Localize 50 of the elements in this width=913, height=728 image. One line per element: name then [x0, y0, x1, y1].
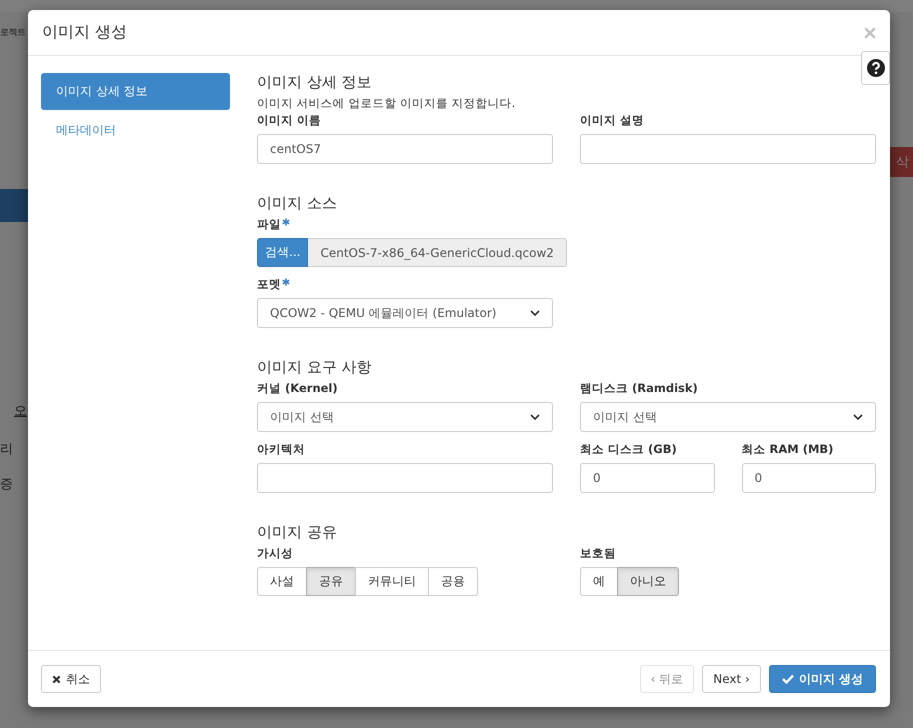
input-field[interactable]: 0: [580, 463, 714, 493]
check-icon: [782, 674, 794, 684]
toggle-option[interactable]: 예: [580, 567, 618, 596]
select-dropdown[interactable]: QCOW2 - QEMU 에뮬레이터 (Emulator): [257, 298, 553, 328]
browse-button[interactable]: 검색...: [257, 238, 308, 267]
caret-icon: [530, 414, 540, 420]
toggle-option[interactable]: 공유: [306, 567, 356, 596]
field-label: 램디스크 (Ramdisk): [580, 381, 698, 396]
background-text: 리: [0, 441, 13, 458]
background-text: 오: [14, 403, 27, 420]
input-field[interactable]: [257, 463, 553, 493]
modal-title: 이미지 생성: [42, 22, 128, 43]
background-text: 로젝트: [0, 27, 26, 39]
field-label: 최소 RAM (MB): [742, 442, 834, 457]
section-description: 이미지 서비스에 업로드할 이미지를 지정합니다.: [257, 96, 516, 111]
field-label: 커널 (Kernel): [257, 381, 338, 396]
section-heading: 이미지 요구 사항: [257, 358, 373, 377]
input-field[interactable]: 0: [742, 463, 876, 493]
select-dropdown[interactable]: 이미지 선택: [257, 402, 553, 432]
input-field[interactable]: centOS7: [257, 134, 553, 164]
wizard-step-tab[interactable]: 이미지 상세 정보: [41, 73, 230, 110]
background-text: 증: [0, 476, 13, 493]
field-label: 파일: [257, 217, 281, 232]
input-field[interactable]: [580, 134, 876, 164]
select-dropdown[interactable]: 이미지 선택: [580, 402, 876, 432]
field-label: 이미지 설명: [580, 113, 644, 128]
help-icon: [866, 58, 886, 78]
field-label: 이미지 이름: [257, 113, 322, 128]
field-label: 보호됨: [580, 546, 616, 561]
toggle-option[interactable]: 사설: [257, 567, 307, 596]
next-button[interactable]: Next ›: [702, 665, 761, 693]
create-image-button[interactable]: 이미지 생성: [768, 665, 876, 693]
file-name-field: CentOS-7-x86_64-GenericCloud.qcow2: [308, 238, 567, 267]
help-button[interactable]: [861, 51, 890, 85]
cancel-button[interactable]: 취소: [41, 665, 101, 693]
toggle-option[interactable]: 커뮤니티: [355, 567, 429, 596]
caret-icon: [530, 310, 540, 316]
section-heading: 이미지 상세 정보: [257, 73, 373, 92]
close-icon: [52, 674, 61, 684]
field-label: 최소 디스크 (GB): [580, 442, 677, 457]
section-heading: 이미지 공유: [257, 523, 338, 542]
section-heading: 이미지 소스: [257, 194, 338, 213]
toggle-option[interactable]: 아니오: [617, 567, 679, 596]
caret-icon: [853, 414, 863, 420]
wizard-step-tab[interactable]: 메타데이터: [41, 112, 230, 149]
close-icon[interactable]: [864, 26, 876, 38]
field-label: 아키텍처: [257, 442, 305, 457]
toggle-option[interactable]: 공용: [428, 567, 478, 596]
field-label: 포멧: [257, 277, 281, 292]
field-label: 가시성: [257, 546, 293, 561]
